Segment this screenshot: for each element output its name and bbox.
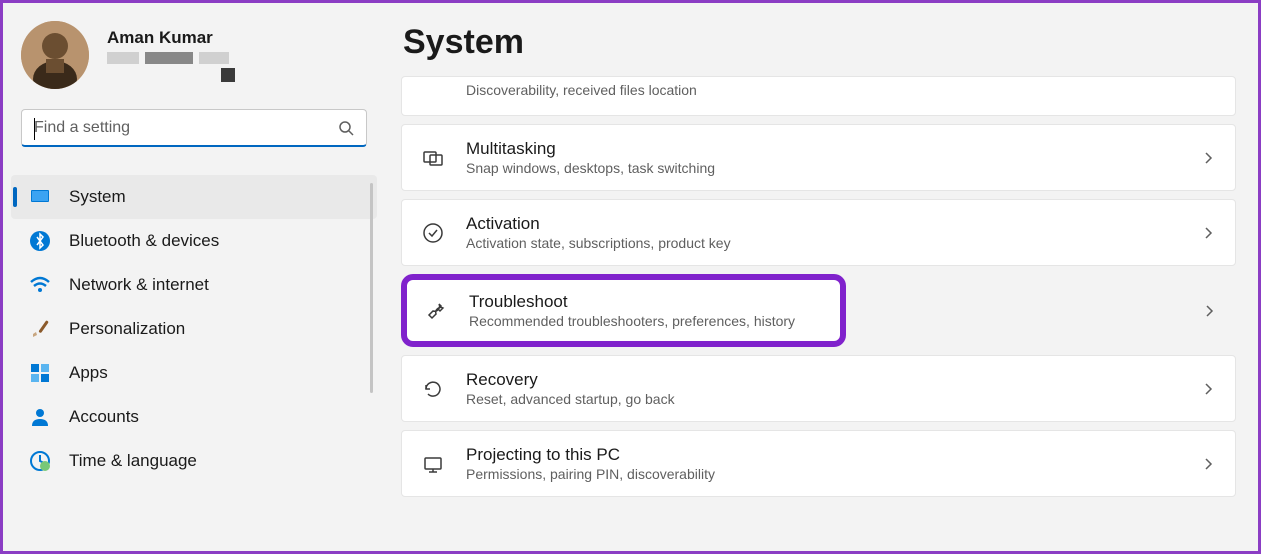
card-nearby[interactable]: Discoverability, received files location	[401, 76, 1236, 116]
search-box[interactable]	[21, 109, 367, 147]
chevron-right-icon	[1201, 382, 1215, 396]
user-email-redacted	[107, 52, 235, 64]
nav-label: Bluetooth & devices	[69, 231, 219, 251]
nav-label: Accounts	[69, 407, 139, 427]
multitasking-icon	[422, 147, 444, 169]
sidebar-item-accounts[interactable]: Accounts	[11, 395, 377, 439]
sidebar: Aman Kumar System Bluetooth & d	[3, 3, 385, 551]
nav-label: Apps	[69, 363, 108, 383]
redact-block	[221, 68, 235, 82]
bluetooth-icon	[29, 230, 51, 252]
search-input[interactable]	[34, 119, 338, 137]
accounts-icon	[29, 406, 51, 428]
card-recovery[interactable]: Recovery Reset, advanced startup, go bac…	[401, 355, 1236, 422]
card-desc: Snap windows, desktops, task switching	[466, 160, 1179, 176]
sidebar-item-personalization[interactable]: Personalization	[11, 307, 377, 351]
avatar	[21, 21, 89, 89]
card-activation[interactable]: Activation Activation state, subscriptio…	[401, 199, 1236, 266]
profile-text: Aman Kumar	[107, 28, 235, 82]
card-title: Activation	[466, 214, 1179, 234]
sidebar-item-bluetooth[interactable]: Bluetooth & devices	[11, 219, 377, 263]
sidebar-item-apps[interactable]: Apps	[11, 351, 377, 395]
card-title: Projecting to this PC	[466, 445, 1179, 465]
nav-label: Network & internet	[69, 275, 209, 295]
personalization-icon	[29, 318, 51, 340]
chevron-right-icon	[1201, 457, 1215, 471]
nav-list: System Bluetooth & devices Network & int…	[3, 175, 385, 483]
sidebar-item-network[interactable]: Network & internet	[11, 263, 377, 307]
user-name: Aman Kumar	[107, 28, 235, 48]
troubleshoot-icon	[425, 300, 447, 322]
card-desc: Reset, advanced startup, go back	[466, 391, 1179, 407]
card-title: Multitasking	[466, 139, 1179, 159]
card-desc: Permissions, pairing PIN, discoverabilit…	[466, 466, 1179, 482]
card-multitasking[interactable]: Multitasking Snap windows, desktops, tas…	[401, 124, 1236, 191]
card-projecting[interactable]: Projecting to this PC Permissions, pairi…	[401, 430, 1236, 497]
chevron-right-icon	[1202, 304, 1216, 318]
card-desc: Activation state, subscriptions, product…	[466, 235, 1179, 251]
content-area: System Discoverability, received files l…	[401, 3, 1258, 551]
sidebar-item-time-language[interactable]: Time & language	[11, 439, 377, 483]
settings-card-list: Discoverability, received files location…	[401, 76, 1236, 497]
card-troubleshoot[interactable]: Troubleshoot Recommended troubleshooters…	[401, 274, 846, 347]
wifi-icon	[29, 274, 51, 296]
nav-label: System	[69, 187, 126, 207]
apps-icon	[29, 362, 51, 384]
card-desc: Discoverability, received files location	[466, 82, 1215, 98]
search-icon	[338, 120, 354, 136]
projecting-icon	[422, 453, 444, 475]
time-language-icon	[29, 450, 51, 472]
chevron-right-icon	[1201, 226, 1215, 240]
card-title: Recovery	[466, 370, 1179, 390]
system-icon	[29, 186, 51, 208]
nav-label: Personalization	[69, 319, 185, 339]
card-title: Troubleshoot	[469, 292, 822, 312]
nav-label: Time & language	[69, 451, 197, 471]
chevron-right-icon	[1201, 151, 1215, 165]
text-cursor	[34, 118, 35, 140]
activation-icon	[422, 222, 444, 244]
card-desc: Recommended troubleshooters, preferences…	[469, 313, 822, 329]
sidebar-item-system[interactable]: System	[11, 175, 377, 219]
profile-section[interactable]: Aman Kumar	[3, 21, 385, 109]
nearby-icon	[422, 79, 444, 101]
recovery-icon	[422, 378, 444, 400]
page-title: System	[401, 3, 1236, 76]
